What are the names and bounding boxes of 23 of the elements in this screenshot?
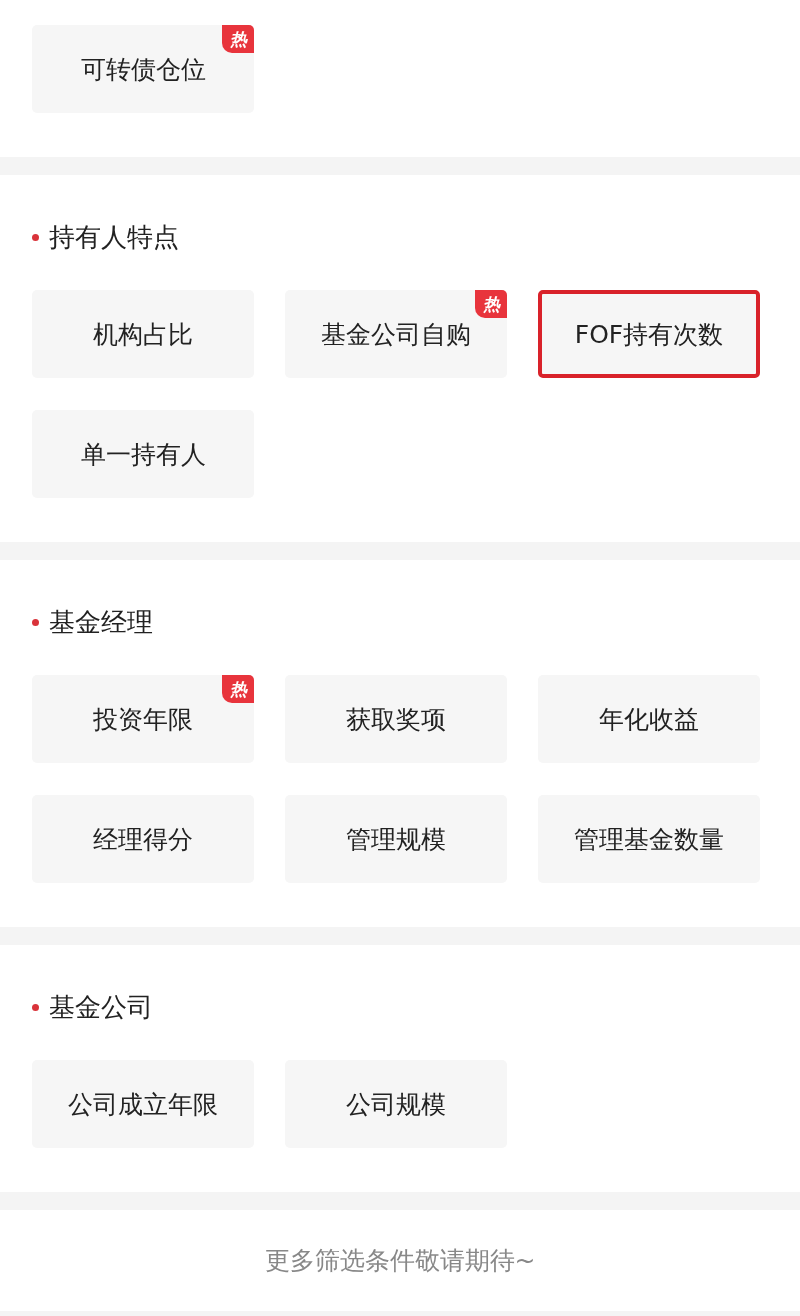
footer-note: 更多筛选条件敬请期待~ [264,1245,536,1277]
filter-option[interactable]: FOF持有次数 [538,290,760,378]
section-title: 基金公司 [49,990,153,1024]
section-title: 基金经理 [49,605,153,639]
bullet-dot [32,618,39,626]
bullet-dot [32,1003,39,1011]
filter-option[interactable]: 投资年限 热 [32,675,254,763]
filter-option[interactable]: 公司成立年限 [32,1060,254,1148]
filter-option[interactable]: 经理得分 [32,795,254,883]
filter-option[interactable]: 可转债仓位 热 [32,25,254,113]
filter-option[interactable]: 公司规模 [285,1060,507,1148]
filter-option[interactable]: 管理基金数量 [538,795,760,883]
filter-option[interactable]: 管理规模 [285,795,507,883]
filter-option[interactable]: 单一持有人 [32,410,254,498]
bullet-dot [32,233,39,241]
filter-option[interactable]: 机构占比 [32,290,254,378]
filter-option[interactable]: 年化收益 [538,675,760,763]
filter-option[interactable]: 获取奖项 [285,675,507,763]
hot-badge: 热 [222,675,254,703]
filter-option[interactable]: 基金公司自购 热 [285,290,507,378]
section-title: 持有人特点 [49,220,179,254]
hot-badge: 热 [222,25,254,53]
hot-badge: 热 [475,290,507,318]
